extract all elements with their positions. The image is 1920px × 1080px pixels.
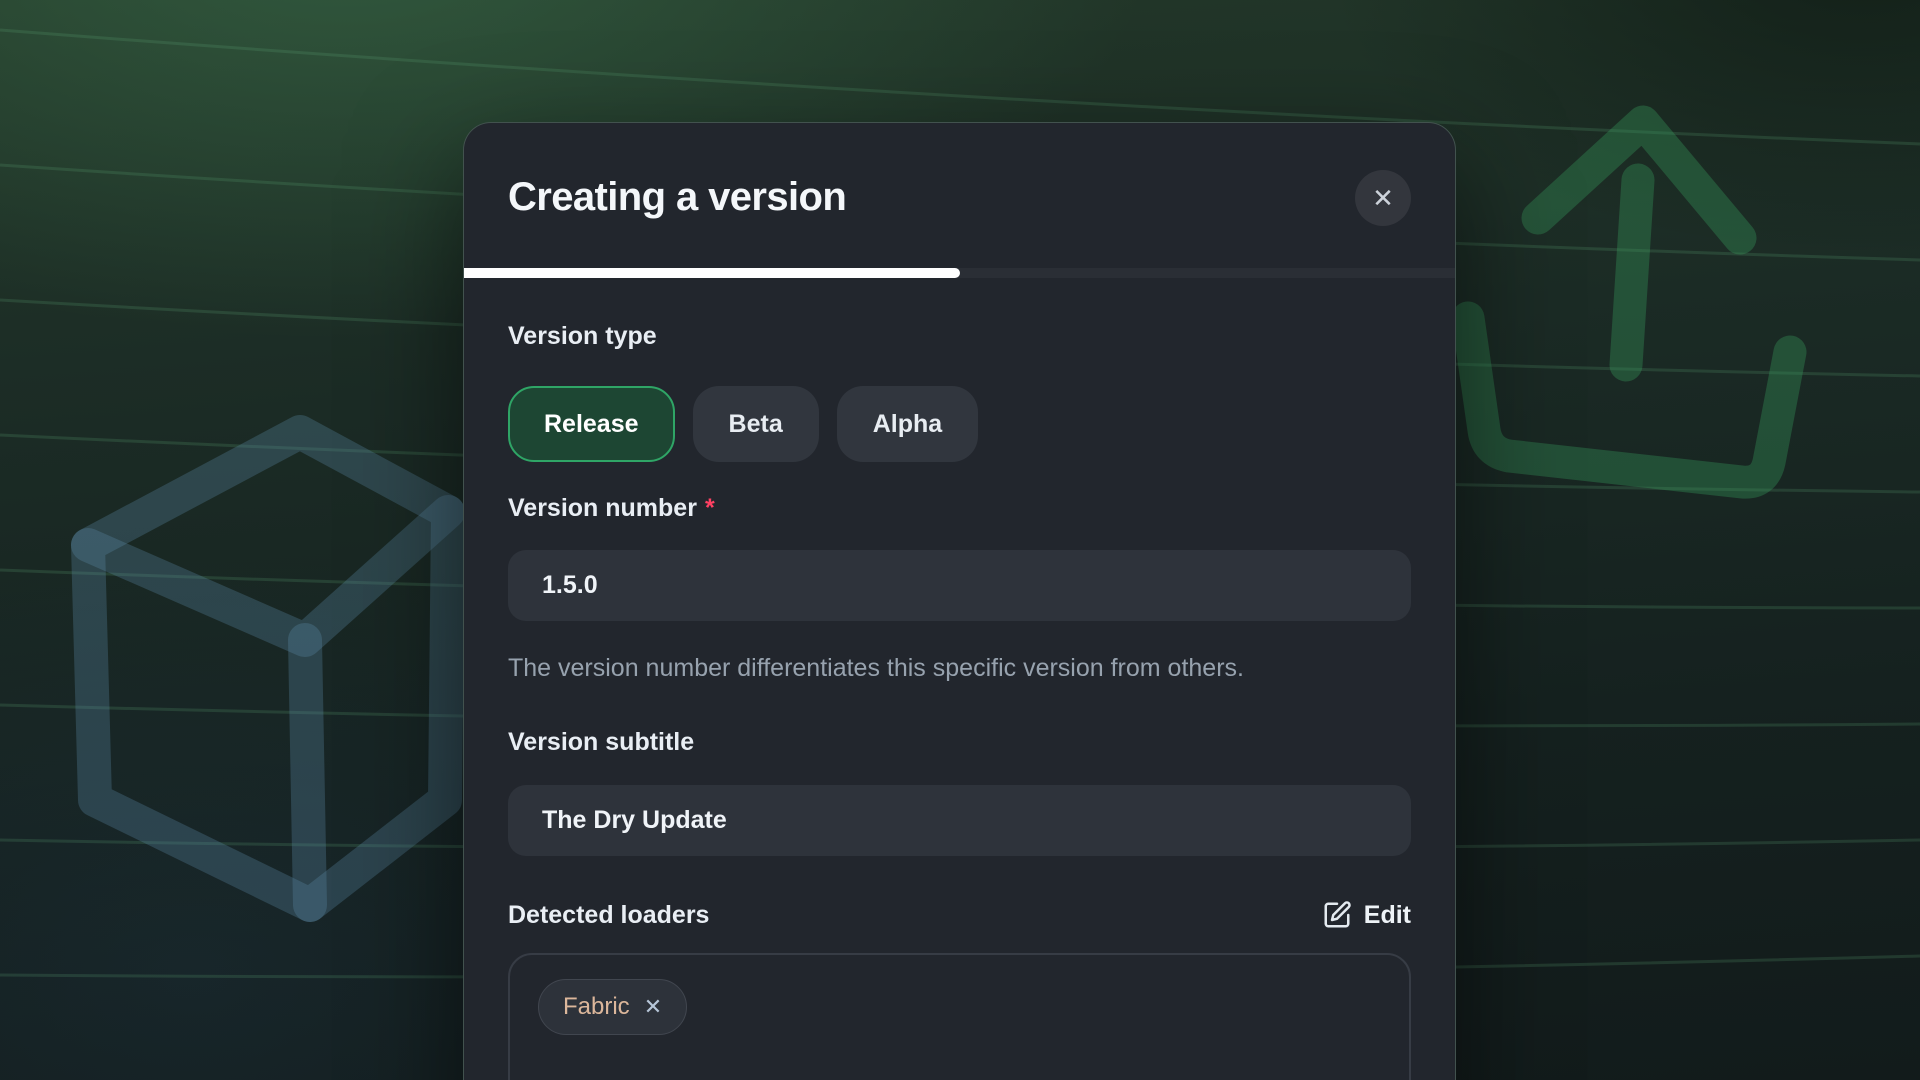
edit-icon (1322, 900, 1352, 930)
remove-loader-icon[interactable]: ✕ (644, 996, 662, 1018)
version-type-options: ReleaseBetaAlpha (508, 386, 1411, 462)
close-button[interactable]: ✕ (1355, 170, 1411, 226)
page-background: Creating a version ✕ Version type Releas… (0, 0, 1920, 1080)
version-number-help: The version number differentiates this s… (508, 646, 1308, 690)
progress-fill (464, 268, 960, 278)
version-type-option-release[interactable]: Release (508, 386, 675, 462)
cube-icon (88, 432, 448, 905)
edit-loaders-button[interactable]: Edit (1322, 900, 1411, 930)
detected-loaders-label: Detected loaders (508, 900, 709, 930)
loader-chip-fabric[interactable]: Fabric ✕ (538, 979, 687, 1035)
edit-label: Edit (1364, 901, 1411, 930)
version-subtitle-label: Version subtitle (508, 727, 1411, 757)
close-icon: ✕ (1372, 185, 1394, 211)
version-number-label: Version number * (508, 493, 1411, 523)
version-type-option-beta[interactable]: Beta (693, 386, 819, 462)
upload-arrow-icon (1468, 122, 1790, 482)
loader-chip-list: Fabric ✕ (508, 953, 1411, 1080)
create-version-modal: Creating a version ✕ Version type Releas… (463, 122, 1456, 1080)
progress-bar (464, 268, 1455, 278)
loader-chip-label: Fabric (563, 995, 630, 1019)
required-asterisk: * (705, 494, 715, 522)
version-subtitle-input[interactable] (508, 785, 1411, 856)
version-number-input[interactable] (508, 550, 1411, 621)
detected-loaders-row: Detected loaders Edit (508, 900, 1411, 930)
modal-title: Creating a version (508, 173, 846, 221)
version-number-label-text: Version number (508, 494, 697, 522)
version-type-label: Version type (508, 321, 1411, 351)
modal-body: Version type ReleaseBetaAlpha Version nu… (464, 321, 1455, 1080)
version-type-option-alpha[interactable]: Alpha (837, 386, 978, 462)
modal-header: Creating a version ✕ (464, 123, 1455, 268)
